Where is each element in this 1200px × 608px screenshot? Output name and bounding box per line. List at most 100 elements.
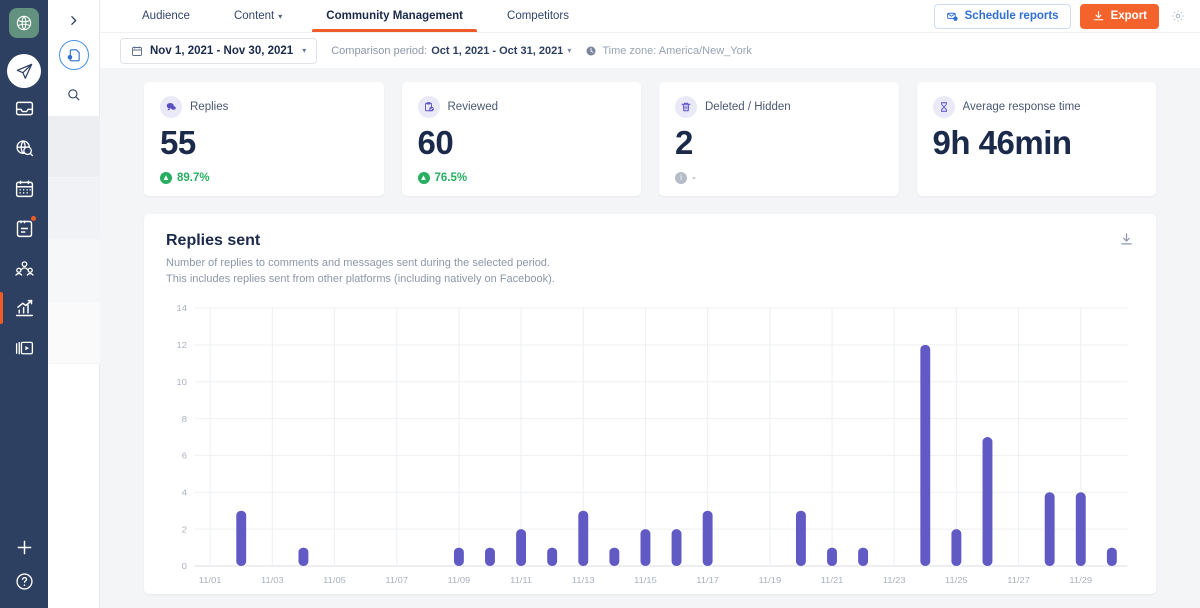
list-item [48, 302, 100, 364]
falcon-logo[interactable] [9, 8, 39, 38]
main-area: Audience Content ▾ Community Management … [100, 0, 1200, 608]
rail-bottom-group [0, 530, 48, 608]
comparison-period-selector[interactable]: Comparison period: Oct 1, 2021 - Oct 31,… [331, 45, 571, 57]
replies-sent-bar-chart: 0246810121411/0111/0311/0511/0711/0911/1… [166, 302, 1134, 592]
tab-content[interactable]: Content ▾ [212, 0, 304, 32]
bar-11/13[interactable] [578, 510, 588, 565]
chevron-down-icon: ▾ [278, 12, 282, 21]
bar-11/04[interactable] [298, 547, 308, 565]
chart-subtitle: Number of replies to comments and messag… [166, 255, 1134, 288]
sidebar-item-media-library[interactable] [0, 328, 48, 368]
card-value: 60 [418, 126, 626, 161]
sidebar-item-listening[interactable] [0, 128, 48, 168]
panel-expand-button[interactable] [60, 6, 88, 34]
compose-button[interactable] [7, 54, 41, 88]
y-axis-tick-label: 14 [177, 303, 187, 313]
bar-11/09[interactable] [454, 547, 464, 565]
card-header: Replies [160, 96, 368, 118]
x-axis-tick-label: 11/25 [945, 575, 968, 585]
x-axis-tick-label: 11/13 [572, 575, 595, 585]
speech-bubbles-icon [160, 96, 182, 118]
tab-competitors[interactable]: Competitors [485, 0, 591, 32]
date-range-picker[interactable]: Nov 1, 2021 - Nov 30, 2021 ▾ [120, 38, 317, 64]
bar-11/21[interactable] [827, 547, 837, 565]
y-axis-tick-label: 12 [177, 340, 187, 350]
filter-bar: Nov 1, 2021 - Nov 30, 2021 ▾ Comparison … [100, 32, 1200, 68]
list-item [48, 178, 100, 240]
sidebar-item-audience[interactable] [0, 248, 48, 288]
help-button[interactable] [0, 564, 48, 598]
bar-11/11[interactable] [516, 529, 526, 566]
hourglass-icon [933, 96, 955, 118]
tab-community-management[interactable]: Community Management [304, 0, 485, 32]
bar-11/22[interactable] [858, 547, 868, 565]
x-axis-tick-label: 11/17 [696, 575, 719, 585]
download-icon[interactable] [1116, 230, 1136, 250]
trend-up-icon: ▲ [418, 172, 430, 184]
download-icon [1092, 10, 1105, 23]
bar-11/25[interactable] [951, 529, 961, 566]
x-axis-tick-label: 11/03 [261, 575, 284, 585]
x-axis-tick-label: 11/15 [634, 575, 657, 585]
card-delta: ▲ 76.5% [418, 172, 626, 184]
tab-audience[interactable]: Audience [120, 0, 212, 32]
x-axis-tick-label: 11/19 [758, 575, 781, 585]
bar-11/12[interactable] [547, 547, 557, 565]
sidebar-item-tasks[interactable] [0, 208, 48, 248]
x-axis-tick-label: 11/05 [323, 575, 346, 585]
chevron-down-icon: ▾ [567, 46, 571, 55]
bar-11/02[interactable] [236, 510, 246, 565]
card-delta: i - [675, 172, 883, 184]
account-switcher-icon[interactable] [59, 40, 89, 70]
y-axis-tick-label: 8 [182, 414, 187, 424]
card-header: Deleted / Hidden [675, 96, 883, 118]
schedule-reports-label: Schedule reports [965, 10, 1059, 22]
export-button[interactable]: Export [1080, 4, 1159, 29]
bar-11/10[interactable] [485, 547, 495, 565]
y-axis-tick-label: 4 [182, 488, 187, 498]
bar-11/14[interactable] [609, 547, 619, 565]
tasks-notification-badge [30, 215, 37, 222]
gear-icon[interactable] [1168, 6, 1188, 26]
trend-up-icon: ▲ [160, 172, 172, 184]
chart-plot-area: 0246810121411/0111/0311/0511/0711/0911/1… [166, 302, 1134, 592]
x-axis-tick-label: 11/07 [385, 575, 408, 585]
search-icon[interactable] [60, 80, 88, 108]
tab-label: Audience [142, 10, 190, 22]
card-label: Average response time [963, 101, 1081, 113]
bar-11/28[interactable] [1045, 492, 1055, 566]
metric-card-reviewed: Reviewed 60 ▲ 76.5% [402, 82, 642, 196]
y-axis-tick-label: 0 [182, 561, 187, 571]
delta-value: - [692, 172, 696, 184]
sidebar-item-calendar[interactable] [0, 168, 48, 208]
bar-11/17[interactable] [703, 510, 713, 565]
bar-11/29[interactable] [1076, 492, 1086, 566]
bar-11/20[interactable] [796, 510, 806, 565]
schedule-reports-button[interactable]: Schedule reports [934, 4, 1071, 29]
y-axis-tick-label: 10 [177, 377, 187, 387]
bar-11/30[interactable] [1107, 547, 1117, 565]
x-axis-tick-label: 11/11 [510, 575, 532, 585]
sidebar-item-analytics[interactable] [0, 288, 48, 328]
bar-11/15[interactable] [641, 529, 651, 566]
x-axis-tick-label: 11/21 [821, 575, 844, 585]
timezone-label: Time zone: America/New_York [602, 45, 752, 57]
sidebar-item-inbox[interactable] [0, 88, 48, 128]
primary-nav-rail [0, 0, 48, 608]
list-item [48, 116, 100, 178]
export-label: Export [1111, 10, 1147, 22]
bar-11/26[interactable] [983, 437, 993, 566]
bar-11/16[interactable] [672, 529, 682, 566]
x-axis-tick-label: 11/27 [1007, 575, 1030, 585]
card-label: Deleted / Hidden [705, 101, 791, 113]
info-icon[interactable]: i [675, 172, 687, 184]
schedule-report-icon [946, 10, 959, 23]
metric-card-deleted-hidden: Deleted / Hidden 2 i - [659, 82, 899, 196]
comparison-period-label: Comparison period: [331, 45, 427, 57]
add-button[interactable] [0, 530, 48, 564]
bar-11/24[interactable] [920, 344, 930, 565]
delta-value: 89.7% [177, 172, 210, 184]
card-header: Reviewed [418, 96, 626, 118]
analytics-tabs: Audience Content ▾ Community Management … [120, 0, 591, 32]
card-label: Reviewed [448, 101, 499, 113]
